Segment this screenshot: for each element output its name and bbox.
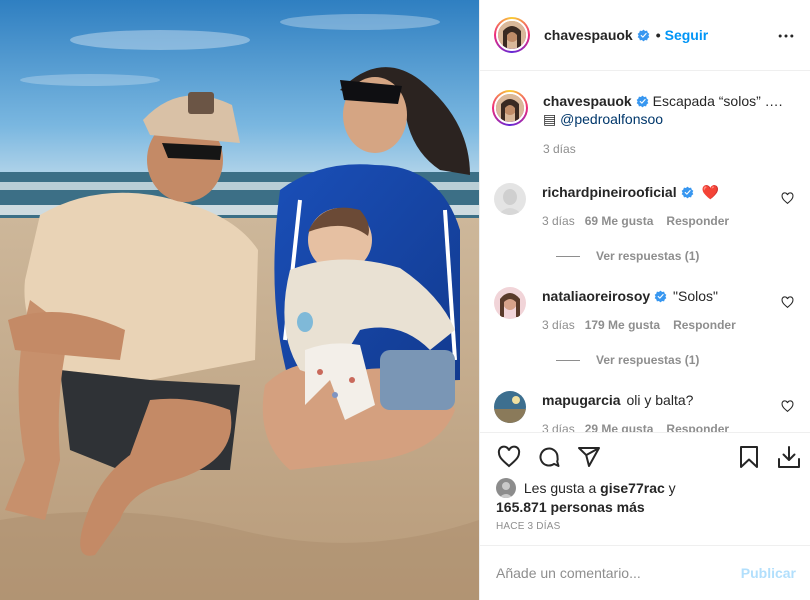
author-username[interactable]: chavespauok — [544, 27, 633, 43]
caption-text: Escapada “solos” …. — [652, 93, 783, 109]
reply-button[interactable]: Responder — [666, 422, 729, 432]
comment-like-heart-icon[interactable] — [781, 192, 794, 205]
author-avatar[interactable] — [494, 17, 530, 53]
post-side-panel: chavespauok • Seguir chavespauok Escapad… — [479, 0, 810, 600]
liker-avatar[interactable] — [496, 478, 516, 498]
liker-avatar-image — [496, 478, 516, 498]
heart-icon[interactable] — [497, 445, 521, 469]
publish-button[interactable]: Publicar — [741, 565, 796, 581]
comment-item: mapugarcia oli y balta? 3 días 29 Me gust… — [494, 391, 794, 432]
comment-like-heart-icon[interactable] — [781, 296, 794, 309]
view-replies-button[interactable]: Ver respuestas (1) — [556, 353, 699, 367]
caption: chavespauok Escapada “solos” …. ▤ @pedro… — [492, 90, 794, 158]
more-icon[interactable] — [776, 26, 796, 46]
likes-count[interactable]: 165.871 personas más — [496, 499, 645, 515]
comment-item: nataliaoreirosoy "Solos" 3 días 179 Me gu… — [494, 287, 794, 334]
beach-family-photo — [0, 0, 479, 600]
author-avatar-image — [498, 21, 526, 49]
likes-prefix: Les gusta a — [523, 480, 597, 496]
comment-icon[interactable] — [537, 445, 561, 469]
action-bar — [480, 432, 810, 480]
post-time-ago[interactable]: HACE 3 DÍAS — [496, 521, 560, 532]
reply-button[interactable]: Responder — [673, 318, 736, 332]
reply-button[interactable]: Responder — [666, 214, 729, 228]
comment-time[interactable]: 3 días — [542, 318, 575, 332]
caption-author-avatar[interactable] — [492, 90, 528, 126]
download-icon[interactable] — [777, 445, 801, 469]
comment-text: ❤️ — [701, 184, 719, 200]
view-replies-label: Ver respuestas (1) — [596, 353, 700, 367]
comments-list[interactable]: chavespauok Escapada “solos” …. ▤ @pedro… — [480, 72, 810, 432]
comment-username[interactable]: mapugarcia — [542, 392, 621, 408]
comment-username[interactable]: richardpineirooficial — [542, 184, 677, 200]
caption-avatar-image — [496, 94, 524, 122]
comment-time[interactable]: 3 días — [542, 422, 575, 432]
separator-dot: • — [655, 27, 661, 43]
post-header: chavespauok • Seguir — [480, 0, 810, 71]
verified-icon — [681, 186, 693, 199]
comment-input[interactable] — [496, 565, 741, 581]
caption-mention[interactable]: @pedroalfonsoo — [560, 111, 663, 127]
replies-line — [556, 255, 580, 257]
bookmark-icon[interactable] — [737, 445, 761, 469]
verified-icon — [654, 290, 667, 303]
comment-likes[interactable]: 69 Me gusta — [585, 214, 654, 228]
caption-username[interactable]: chavespauok — [543, 93, 632, 109]
comment-item: richardpineirooficial ❤️ 3 días 69 Me gus… — [494, 183, 794, 230]
verified-icon — [637, 29, 650, 41]
comment-text: "Solos" — [673, 288, 719, 304]
follow-button[interactable]: Seguir — [665, 27, 709, 43]
comment-time[interactable]: 3 días — [542, 214, 575, 228]
richardpineiro-avatar-image — [494, 183, 526, 215]
comment-avatar[interactable] — [494, 391, 526, 423]
nataliaoreiro-avatar-image — [494, 287, 526, 319]
caption-emoji: ▤ — [543, 111, 557, 127]
post-photo[interactable] — [0, 0, 479, 600]
verified-icon — [636, 95, 649, 108]
liker-username[interactable]: gise77rac — [600, 480, 665, 496]
mapugarcia-avatar-image — [494, 391, 526, 423]
share-icon[interactable] — [577, 445, 601, 469]
comment-likes[interactable]: 29 Me gusta — [585, 422, 654, 432]
comment-username[interactable]: nataliaoreirosoy — [542, 288, 650, 304]
comment-text: oli y balta? — [626, 392, 694, 408]
view-replies-button[interactable]: Ver respuestas (1) — [556, 249, 699, 263]
view-replies-label: Ver respuestas (1) — [596, 249, 700, 263]
add-comment-bar: Publicar — [480, 545, 810, 600]
comment-avatar[interactable] — [494, 183, 526, 215]
likes-connector: y — [668, 480, 676, 496]
likes-summary: Les gusta a gise77rac y 165.871 personas… — [496, 478, 794, 516]
comment-avatar[interactable] — [494, 287, 526, 319]
replies-line — [556, 359, 580, 361]
comment-likes[interactable]: 179 Me gusta — [585, 318, 660, 332]
caption-time[interactable]: 3 días — [543, 142, 576, 156]
comment-like-heart-icon[interactable] — [781, 400, 794, 413]
